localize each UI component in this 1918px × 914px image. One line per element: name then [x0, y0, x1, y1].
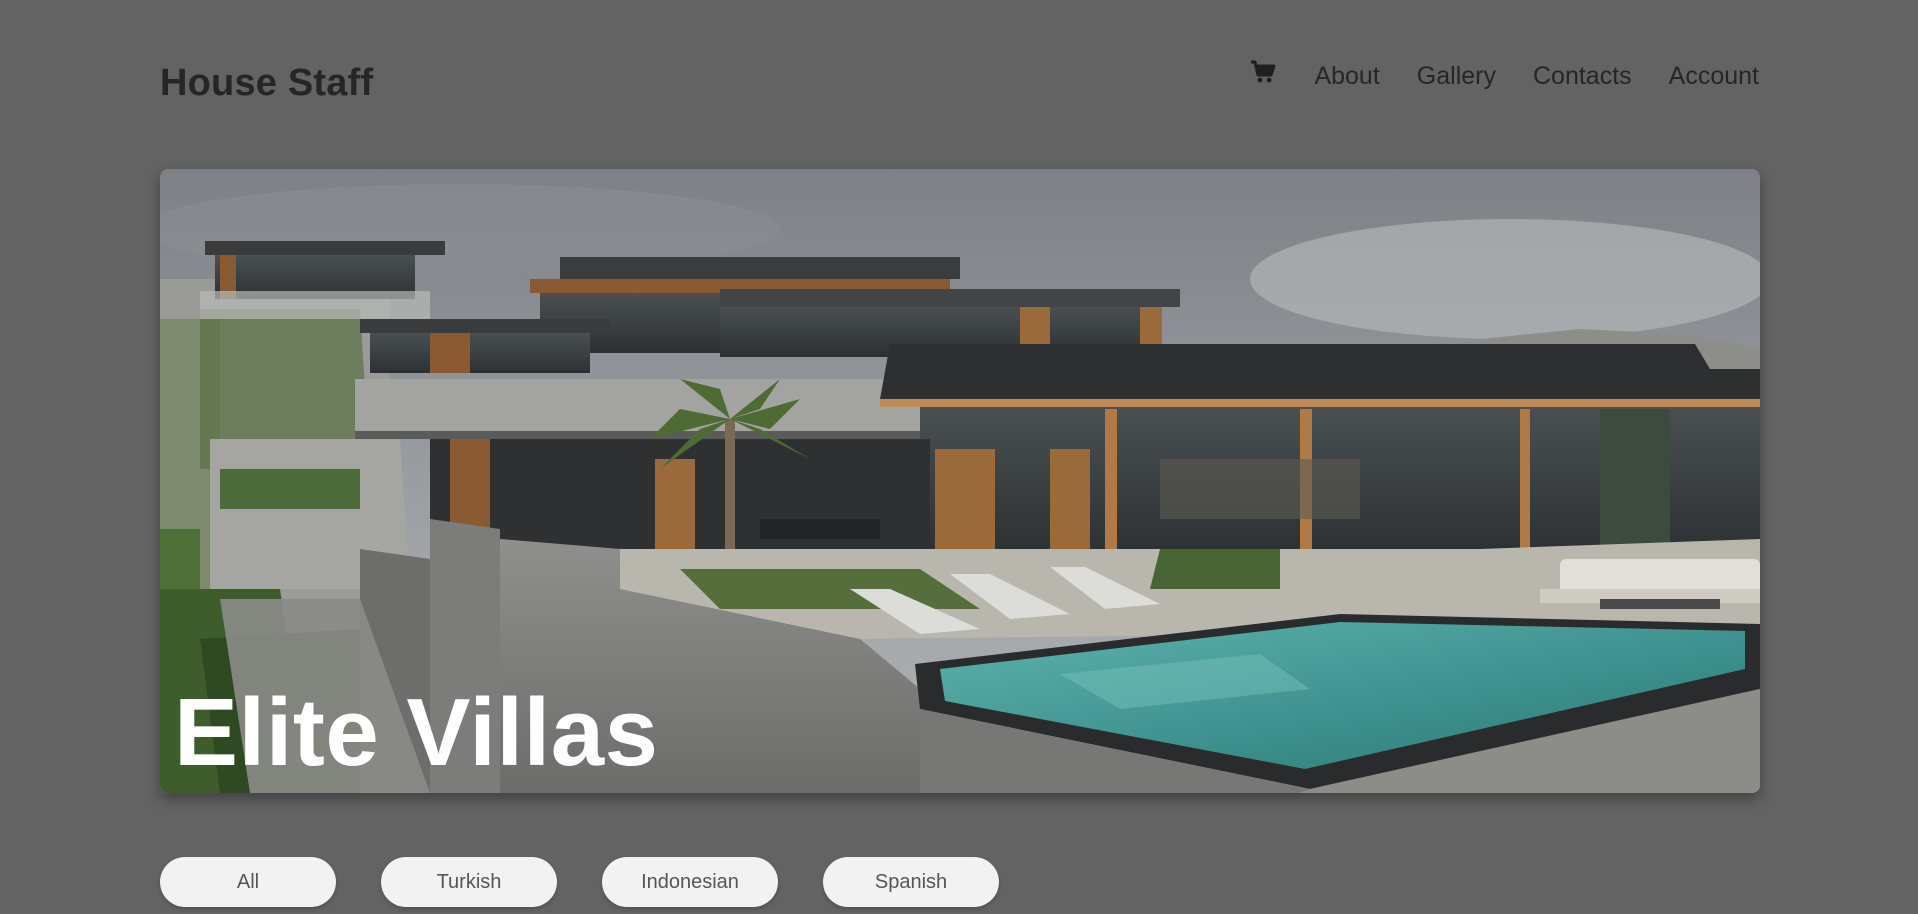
nav-account[interactable]: Account: [1669, 62, 1759, 91]
filter-indonesian[interactable]: Indonesian: [602, 857, 778, 907]
filter-spanish[interactable]: Spanish: [823, 857, 999, 907]
nav-about[interactable]: About: [1314, 62, 1379, 91]
filter-turkish[interactable]: Turkish: [381, 857, 557, 907]
cart-icon[interactable]: [1250, 60, 1276, 84]
brand-logo[interactable]: House Staff: [160, 62, 373, 105]
page: House Staff About Gallery Contacts Accou…: [0, 0, 1918, 914]
hero-title: Elite Villas: [174, 679, 659, 786]
top-nav: About Gallery Contacts Account: [1250, 56, 1759, 96]
hero-banner[interactable]: Elite Villas: [160, 169, 1760, 793]
nav-gallery[interactable]: Gallery: [1417, 62, 1496, 91]
nav-contacts[interactable]: Contacts: [1533, 62, 1632, 91]
cart-icon-graphic: [1251, 60, 1276, 83]
filter-all[interactable]: All: [160, 857, 336, 907]
filter-bar: All Turkish Indonesian Spanish: [160, 857, 1044, 907]
